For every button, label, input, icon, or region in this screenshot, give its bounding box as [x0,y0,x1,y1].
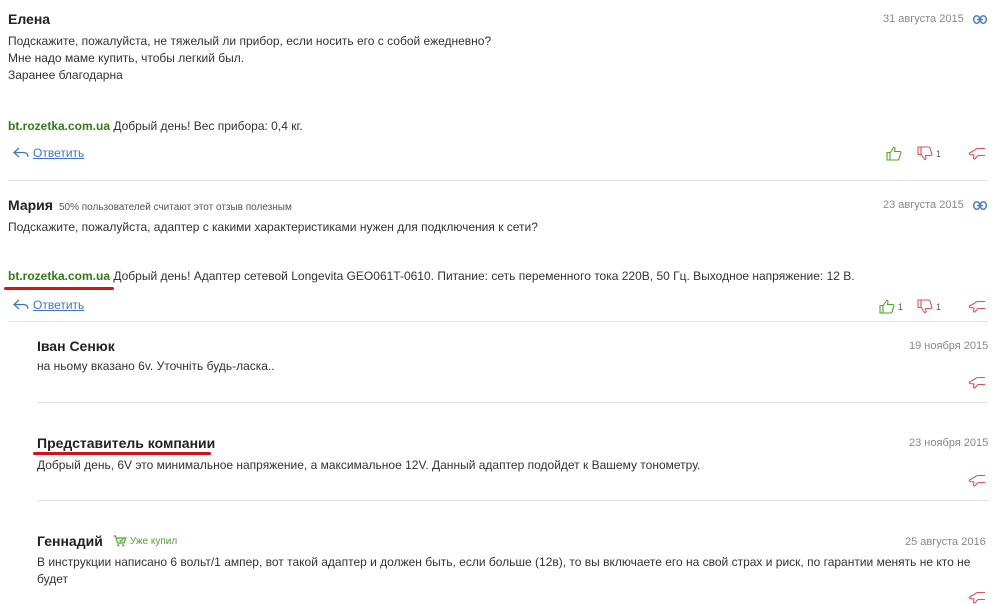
bought-label: Уже купил [129,535,178,547]
reply-arrow-icon [13,147,29,159]
shop-name: bt.rozetka.com.ua [8,119,111,133]
reply-date: 23 ноября 2015 [909,437,989,449]
review-text-line: Мне надо маме купить, чтобы легкий был. [8,51,245,65]
review-text-line: Заранее благодарна [8,68,123,82]
like-count: 1 [898,301,904,312]
thumb-down-icon [917,299,933,314]
shop-answer: bt.rozetka.com.ua Добрый день! Вес прибо… [8,118,303,135]
reply-date: 25 августа 2016 [905,536,986,548]
reply-header: Геннадий Уже купил [37,533,177,549]
reply-text: В инструкции написано 6 вольт/1 ампер, в… [37,554,977,588]
dislike-button[interactable]: 1 [917,299,941,314]
report-icon[interactable] [968,591,986,604]
review-author: Елена [8,11,51,27]
reply-author: Геннадий [37,533,103,549]
reply-label[interactable]: Ответить [33,146,84,160]
reply-text-line: В инструкции написано 6 вольт/1 ампер, в… [37,555,971,569]
thumb-up-icon [886,146,902,161]
thumb-down-icon [917,146,933,161]
bought-badge: Уже купил [113,535,177,547]
link-icon[interactable] [973,15,987,24]
review-date: 31 августа 2015 [883,13,964,25]
highlight-underline [33,452,211,455]
highlight-underline [4,287,114,290]
reply-label[interactable]: Ответить [33,298,84,312]
report-icon[interactable] [968,474,986,487]
divider [8,180,988,181]
review-text-line: Подскажите, пожалуйста, не тяжелый ли пр… [8,34,492,48]
shop-name: bt.rozetka.com.ua [8,269,111,283]
dislike-count: 1 [936,301,942,312]
review-text-line: Подскажите, пожалуйста, адаптер с какими… [8,220,538,234]
helpful-note: 50% пользователей считают этот отзыв пол… [58,202,292,213]
reply-text: на ньому вказано 6v. Уточніть будь-ласка… [37,359,275,373]
dislike-count: 1 [936,148,942,159]
divider [37,500,988,501]
like-button[interactable] [886,146,905,161]
review-text: Подскажите, пожалуйста, адаптер с какими… [8,219,908,236]
review-date: 23 августа 2015 [883,199,964,211]
reply-author: Представитель компании [37,435,216,451]
review-header: Мария 50% пользователей считают этот отз… [8,197,292,213]
reply-author: Іван Сенюк [37,338,115,354]
cart-icon [113,535,127,547]
dislike-button[interactable]: 1 [917,146,941,161]
reply-button[interactable]: Ответить [13,146,84,160]
thumb-up-icon [879,299,895,314]
reply-button[interactable]: Ответить [13,298,84,312]
report-icon[interactable] [968,300,986,313]
shop-answer-text: Добрый день! Адаптер сетевой Longevita G… [110,269,855,283]
divider [37,402,988,403]
reply-date: 19 ноября 2015 [909,340,989,352]
report-icon[interactable] [968,147,986,160]
shop-answer: bt.rozetka.com.ua Добрый день! Адаптер с… [8,268,855,285]
link-icon[interactable] [973,201,987,210]
like-button[interactable]: 1 [879,299,903,314]
review-author: Мария [8,197,53,213]
report-icon[interactable] [968,376,986,389]
reply-arrow-icon [13,299,29,311]
divider [8,321,988,322]
shop-answer-text: Добрый день! Вес прибора: 0,4 кг. [110,119,303,133]
review-text: Подскажите, пожалуйста, не тяжелый ли пр… [8,33,908,84]
reply-text: Добрый день, 6V это минимальное напряжен… [37,458,701,472]
reply-text-line: будет [37,572,68,586]
